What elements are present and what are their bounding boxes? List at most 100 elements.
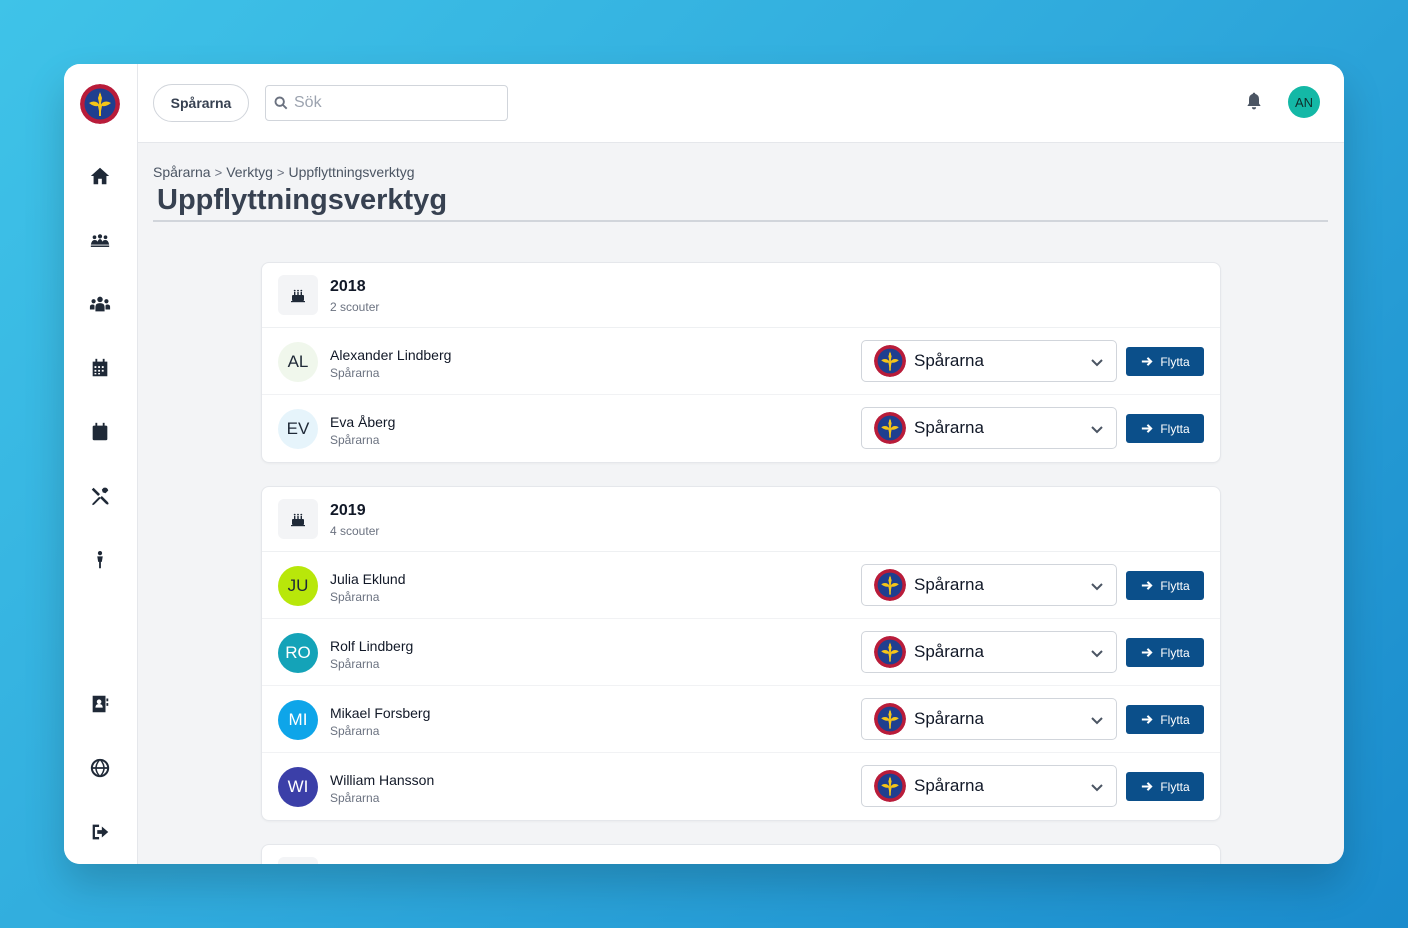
scout-avatar: WI <box>278 767 318 807</box>
target-unit-label: Spårarna <box>914 709 984 728</box>
move-button-label: Flytta <box>1160 578 1190 593</box>
scout-row: RO Rolf Lindberg Spårarna Spårarna Flytta <box>262 619 1220 686</box>
chevron-down-icon <box>1090 713 1104 727</box>
arrow-right-icon <box>1142 357 1153 366</box>
move-scout-button[interactable]: Flytta <box>1126 705 1204 734</box>
scout-name[interactable]: Eva Åberg <box>330 414 395 430</box>
people-icon[interactable] <box>88 292 112 316</box>
target-unit-select[interactable]: Spårarna <box>861 765 1117 807</box>
arrow-right-icon <box>1142 581 1153 590</box>
scout-row: WI William Hansson Spårarna Spårarna Flytta <box>262 753 1220 820</box>
chevron-down-icon <box>1091 784 1103 792</box>
troop-icon[interactable] <box>88 228 112 252</box>
calendar-grid-icon[interactable] <box>88 356 112 380</box>
scout-row: AL Alexander Lindberg Spårarna Spårarna Flyt… <box>262 328 1220 395</box>
year-group-card-partial <box>261 844 1221 864</box>
move-scout-button[interactable]: Flytta <box>1126 347 1204 376</box>
organization-logo-icon <box>874 412 906 444</box>
globe-icon[interactable] <box>88 756 112 780</box>
search-field[interactable] <box>265 85 508 121</box>
breadcrumb-item[interactable]: Spårarna <box>153 164 211 180</box>
scout-avatar: AL <box>278 342 318 382</box>
move-button-label: Flytta <box>1160 354 1190 369</box>
scout-unit: Spårarna <box>330 590 380 604</box>
scout-person-icon[interactable] <box>88 548 112 572</box>
scout-name[interactable]: Alexander Lindberg <box>330 347 451 363</box>
birthday-cake-icon <box>291 513 305 527</box>
calendar-icon[interactable] <box>88 420 112 444</box>
scout-unit: Spårarna <box>330 657 380 671</box>
chevron-down-icon <box>1090 646 1104 660</box>
scout-row: EV Eva Åberg Spårarna Spårarna Flytta <box>262 395 1220 462</box>
organization-switcher-button[interactable]: Spårarna <box>153 84 249 122</box>
move-button-label: Flytta <box>1160 645 1190 660</box>
arrow-right-icon <box>1142 648 1153 657</box>
organization-logo[interactable] <box>80 84 120 124</box>
year-group-card: 2019 4 scouter JU Julia Eklund Spårarna Spåra… <box>261 486 1221 821</box>
chevron-down-icon <box>1091 583 1103 591</box>
breadcrumb: Spårarna > Verktyg > Uppflyttningsverkty… <box>153 164 415 180</box>
scout-unit: Spårarna <box>330 791 380 805</box>
scout-unit: Spårarna <box>330 724 380 738</box>
chevron-down-icon <box>1091 359 1103 367</box>
page-title: Uppflyttningsverktyg <box>157 184 448 216</box>
target-unit-select[interactable]: Spårarna <box>861 631 1117 673</box>
scout-row: MI Mikael Forsberg Spårarna Spårarna Flytta <box>262 686 1220 753</box>
scout-unit: Spårarna <box>330 366 380 380</box>
app-window: Spårarna AN Spårarna > Verktyg > Uppflyt… <box>64 64 1344 864</box>
target-unit-label: Spårarna <box>914 351 984 370</box>
sidebar <box>64 64 138 864</box>
target-unit-select[interactable]: Spårarna <box>861 340 1117 382</box>
move-scout-button[interactable]: Flytta <box>1126 571 1204 600</box>
target-unit-select[interactable]: Spårarna <box>861 407 1117 449</box>
birthday-cake-icon <box>291 289 305 303</box>
logout-icon[interactable] <box>88 820 112 844</box>
group-year: 2019 <box>330 502 366 519</box>
arrow-right-icon <box>1142 782 1153 791</box>
scout-name[interactable]: William Hansson <box>330 772 434 788</box>
move-button-label: Flytta <box>1160 779 1190 794</box>
scout-name[interactable]: Rolf Lindberg <box>330 638 413 654</box>
search-icon <box>274 96 288 110</box>
arrow-right-icon <box>1142 424 1153 433</box>
home-icon[interactable] <box>88 164 112 188</box>
move-button-label: Flytta <box>1160 421 1190 436</box>
breadcrumb-item[interactable]: Verktyg <box>226 164 273 180</box>
target-unit-label: Spårarna <box>914 642 984 661</box>
birthday-cake-icon-box <box>278 857 318 864</box>
top-bar: Spårarna AN <box>138 64 1344 143</box>
move-button-label: Flytta <box>1160 712 1190 727</box>
scout-avatar: MI <box>278 700 318 740</box>
move-scout-button[interactable]: Flytta <box>1126 414 1204 443</box>
organization-logo-icon <box>874 345 906 377</box>
chevron-down-icon <box>1090 579 1104 593</box>
group-scout-count: 4 scouter <box>330 524 380 538</box>
search-input[interactable] <box>294 94 494 112</box>
chevron-down-icon <box>1091 426 1103 434</box>
scout-name[interactable]: Mikael Forsberg <box>330 705 430 721</box>
move-scout-button[interactable]: Flytta <box>1126 772 1204 801</box>
chevron-down-icon <box>1090 422 1104 436</box>
target-unit-label: Spårarna <box>914 575 984 594</box>
birthday-cake-icon-box <box>278 499 318 539</box>
move-scout-button[interactable]: Flytta <box>1126 638 1204 667</box>
title-divider <box>153 220 1328 222</box>
notifications-bell-icon[interactable] <box>1244 91 1266 113</box>
scout-avatar: JU <box>278 566 318 606</box>
scout-name[interactable]: Julia Eklund <box>330 571 406 587</box>
target-unit-select[interactable]: Spårarna <box>861 698 1117 740</box>
chevron-down-icon <box>1090 355 1104 369</box>
organization-logo-icon <box>874 770 906 802</box>
contact-card-icon[interactable] <box>88 692 112 716</box>
chevron-down-icon <box>1091 717 1103 725</box>
chevron-down-icon <box>1090 780 1104 794</box>
year-group-header: 2019 4 scouter <box>262 487 1220 552</box>
tools-icon[interactable] <box>88 484 112 508</box>
scout-avatar: RO <box>278 633 318 673</box>
target-unit-select[interactable]: Spårarna <box>861 564 1117 606</box>
organization-logo-icon <box>874 636 906 668</box>
user-avatar[interactable]: AN <box>1288 86 1320 118</box>
chevron-right-icon: > <box>276 164 285 180</box>
group-scout-count: 2 scouter <box>330 300 380 314</box>
organization-logo-icon <box>874 569 906 601</box>
